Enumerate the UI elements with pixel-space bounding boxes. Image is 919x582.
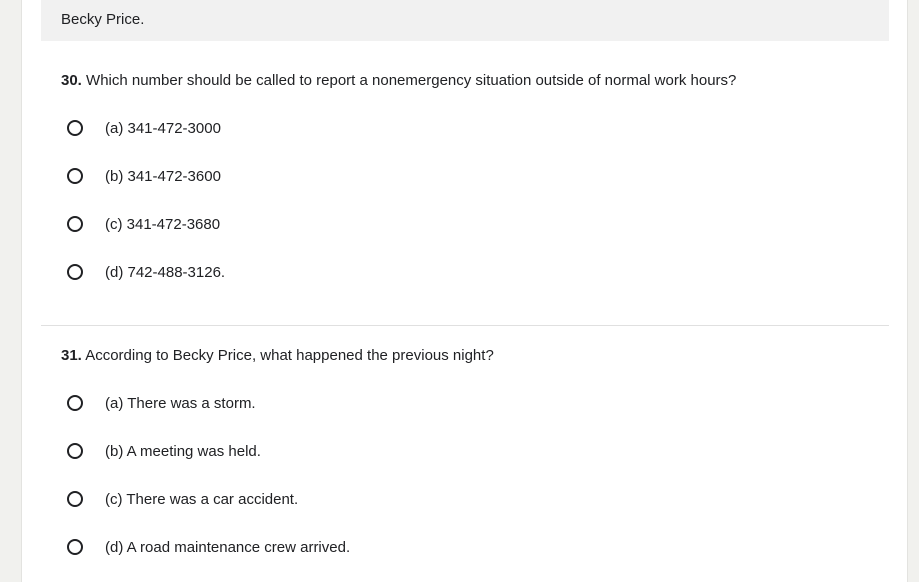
- option-31-a[interactable]: (a) There was a storm.: [67, 391, 256, 415]
- option-30-a[interactable]: (a) 341-472-3000: [67, 116, 221, 140]
- option-label: (d) A road maintenance crew arrived.: [105, 538, 351, 556]
- option-30-c[interactable]: (c) 341-472-3680: [67, 212, 220, 236]
- form-card: Becky Price. 30. Which number should be …: [21, 0, 908, 582]
- radio-button[interactable]: [67, 264, 83, 280]
- question-divider: [41, 325, 889, 326]
- question-number: 30.: [61, 72, 82, 89]
- radio-button[interactable]: [67, 120, 83, 136]
- question-number: 31.: [61, 347, 82, 364]
- option-label: (d) 742-488-3126.: [105, 263, 226, 281]
- question-30-text: 30. Which number should be called to rep…: [61, 72, 889, 90]
- option-31-b[interactable]: (b) A meeting was held.: [67, 439, 261, 463]
- option-label: (a) There was a storm.: [105, 394, 256, 412]
- question-31: 31. According to Becky Price, what happe…: [61, 347, 889, 556]
- passage-tail: Becky Price.: [41, 0, 889, 41]
- radio-button[interactable]: [67, 491, 83, 507]
- option-label: (b) A meeting was held.: [105, 442, 261, 460]
- question-prompt: According to Becky Price, what happened …: [85, 347, 494, 364]
- option-label: (c) There was a car accident.: [105, 490, 299, 508]
- option-label: (a) 341-472-3000: [105, 119, 221, 137]
- question-prompt: Which number should be called to report …: [86, 72, 737, 89]
- radio-button[interactable]: [67, 168, 83, 184]
- option-31-c[interactable]: (c) There was a car accident.: [67, 487, 298, 511]
- radio-button[interactable]: [67, 539, 83, 555]
- option-30-d[interactable]: (d) 742-488-3126.: [67, 260, 225, 284]
- option-31-d[interactable]: (d) A road maintenance crew arrived.: [67, 535, 350, 559]
- option-30-b[interactable]: (b) 341-472-3600: [67, 164, 221, 188]
- option-label: (b) 341-472-3600: [105, 167, 221, 185]
- question-31-text: 31. According to Becky Price, what happe…: [61, 347, 889, 365]
- question-30: 30. Which number should be called to rep…: [61, 72, 889, 281]
- passage-text: Becky Price.: [61, 11, 145, 28]
- radio-button[interactable]: [67, 443, 83, 459]
- radio-button[interactable]: [67, 216, 83, 232]
- radio-button[interactable]: [67, 395, 83, 411]
- option-label: (c) 341-472-3680: [105, 215, 221, 233]
